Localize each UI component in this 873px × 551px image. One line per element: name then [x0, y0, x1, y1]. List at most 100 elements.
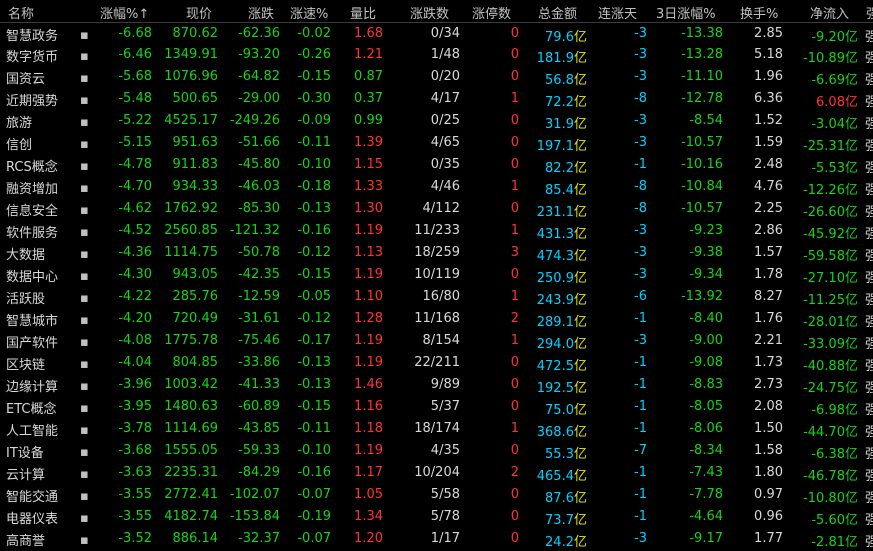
cell-amt: 79.6亿: [545, 30, 587, 45]
table-row[interactable]: 云计算 ▪ -3.63 2235.31 -84.29 -0.16 1.17 10/204 2 46…: [0, 462, 873, 484]
cell-days: -1: [634, 355, 647, 370]
cell-price: 2772.41: [164, 487, 218, 502]
table-row[interactable]: 高商誉 ▪ -3.52 886.14 -32.37 -0.07 1.20 1/17 0 24.2亿…: [0, 528, 873, 550]
table-row[interactable]: 近期强势 ▪ -5.48 500.65 -29.00 -0.30 0.37 4/17 1 72.2…: [0, 88, 873, 110]
cell-spd: -0.15: [297, 399, 331, 414]
cell-strength: 强: [865, 51, 873, 66]
table-row[interactable]: 智慧政务 ▪ -6.68 870.62 -62.36 -0.02 1.68 0/34 0 79.6…: [0, 22, 873, 45]
cell-vr: 1.68: [354, 26, 383, 41]
cell-days: -3: [634, 223, 647, 238]
cell-d3: -11.10: [681, 69, 723, 84]
table-row[interactable]: 国产软件 ▪ -4.08 1775.78 -75.46 -0.17 1.19 8/154 1 29…: [0, 330, 873, 352]
col-header-price[interactable]: 现价: [186, 3, 212, 22]
cell-days: -1: [634, 487, 647, 502]
table-row[interactable]: 智能交通 ▪ -3.55 2772.41 -102.07 -0.07 1.05 5/58 0 87…: [0, 484, 873, 506]
table-row[interactable]: IT设备 ▪ -3.68 1555.05 -59.33 -0.10 1.19 4/35 0 55.…: [0, 440, 873, 462]
cell-amt: 55.3亿: [545, 447, 587, 462]
cell-amt: 73.7亿: [545, 513, 587, 528]
cell-d3: -9.34: [689, 267, 723, 282]
table-row[interactable]: 信创 ▪ -5.15 951.63 -51.66 -0.11 1.39 4/65 0 197.1亿…: [0, 132, 873, 154]
cell-chg: -50.78: [238, 245, 280, 260]
table-row[interactable]: 软件服务 ▪ -4.52 2560.85 -121.32 -0.16 1.19 11/233 1…: [0, 220, 873, 242]
cell-strength: 强: [865, 117, 873, 132]
cell-pct: -3.63: [118, 465, 152, 480]
cell-flow: 6.08亿: [816, 95, 858, 110]
cell-price: 2560.85: [164, 223, 218, 238]
table-row[interactable]: 数据中心 ▪ -4.30 943.05 -42.35 -0.15 1.19 10/119 0 25…: [0, 264, 873, 286]
table-row[interactable]: 活跃股 ▪ -4.22 285.76 -12.59 -0.05 1.10 16/80 1 243.…: [0, 286, 873, 308]
table-row[interactable]: 融资增加 ▪ -4.70 934.33 -46.03 -0.18 1.33 4/46 1 85.4…: [0, 176, 873, 198]
col-header-strength[interactable]: 强: [866, 3, 873, 22]
col-header-turnover[interactable]: 换手%: [740, 3, 778, 22]
cell-vr: 1.17: [354, 465, 383, 480]
col-header-up-down[interactable]: 涨跌数: [410, 3, 449, 22]
cell-turn: 1.58: [754, 443, 783, 458]
table-row[interactable]: 国资云 ▪ -5.68 1076.96 -64.82 -0.15 0.87 0/20 0 56.8…: [0, 66, 873, 88]
col-header-pct[interactable]: 涨幅%↑: [100, 3, 149, 22]
col-header-limit-up[interactable]: 涨停数: [472, 3, 511, 22]
cell-d3: -10.84: [681, 179, 723, 194]
col-header-amount[interactable]: 总金额: [538, 3, 577, 22]
cell-spd: -0.16: [297, 223, 331, 238]
cell-spd: -0.05: [297, 289, 331, 304]
col-header-streak[interactable]: 连涨天: [598, 3, 637, 22]
sector-name: 信息安全: [6, 204, 59, 219]
cell-pct: -5.22: [118, 113, 152, 128]
cell-price: 4182.74: [164, 509, 218, 524]
cell-strength: 强: [865, 183, 873, 198]
cell-chg: -59.33: [238, 443, 280, 458]
table-row[interactable]: 电器仪表 ▪ -3.55 4182.74 -153.84 -0.19 1.34 5/78 0 73…: [0, 506, 873, 528]
col-header-change[interactable]: 涨跌: [248, 3, 274, 22]
table-row[interactable]: 边缘计算 ▪ -3.96 1003.42 -41.33 -0.13 1.46 9/89 0 192…: [0, 374, 873, 396]
cell-vr: 1.05: [354, 487, 383, 502]
cell-vr: 0.99: [354, 113, 383, 128]
cell-vr: 1.28: [354, 311, 383, 326]
unit-label: 亿: [844, 293, 858, 308]
cell-days: -1: [634, 157, 647, 172]
cell-turn: 2.25: [754, 201, 783, 216]
sector-name: 区块链: [6, 358, 46, 373]
cell-ud: 4/35: [430, 443, 460, 458]
cell-strength: 强: [865, 491, 873, 506]
bullet-icon: ▪: [80, 225, 89, 240]
cell-pct: -4.20: [118, 311, 152, 326]
col-header-speed[interactable]: 涨速%: [290, 3, 328, 22]
cell-ud: 1/48: [430, 47, 460, 62]
col-header-volume-ratio[interactable]: 量比: [350, 3, 376, 22]
cell-turn: 1.76: [754, 311, 783, 326]
bullet-icon: ▪: [80, 203, 89, 218]
unit-label: 亿: [573, 271, 587, 286]
cell-ud: 0/20: [430, 69, 460, 84]
cell-ud: 4/65: [430, 135, 460, 150]
sector-name: 高商誉: [6, 534, 46, 549]
cell-lim: 0: [510, 26, 519, 41]
table-row[interactable]: 信息安全 ▪ -4.62 1762.92 -85.30 -0.13 1.30 4/112 0 23…: [0, 198, 873, 220]
cell-spd: -0.13: [297, 355, 331, 370]
cell-strength: 强: [865, 139, 873, 154]
sort-arrow-icon: ↑: [138, 7, 150, 22]
unit-label: 亿: [573, 403, 587, 418]
table-row[interactable]: 旅游 ▪ -5.22 4525.17 -249.26 -0.09 0.99 0/25 0 31.9…: [0, 110, 873, 132]
table-row[interactable]: 人工智能 ▪ -3.78 1114.69 -43.85 -0.11 1.18 18/174 1 3…: [0, 418, 873, 440]
col-header-3day[interactable]: 3日涨幅%: [656, 3, 716, 22]
table-row[interactable]: 智慧城市 ▪ -4.20 720.49 -31.61 -0.12 1.28 11/168 2 28…: [0, 308, 873, 330]
cell-chg: -31.61: [238, 311, 280, 326]
cell-strength: 强: [865, 513, 873, 528]
sector-name: 智能交通: [6, 490, 59, 505]
cell-price: 886.14: [172, 531, 219, 546]
table-row[interactable]: 数字货币 ▪ -6.46 1349.91 -93.20 -0.26 1.21 1/48 0 181…: [0, 44, 873, 66]
cell-vr: 1.15: [354, 157, 383, 172]
table-row[interactable]: 区块链 ▪ -4.04 804.85 -33.86 -0.13 1.19 22/211 0 472…: [0, 352, 873, 374]
cell-days: -3: [634, 267, 647, 282]
cell-strength: 强: [865, 205, 873, 220]
cell-turn: 6.36: [754, 91, 783, 106]
table-row[interactable]: RCS概念 ▪ -4.78 911.83 -45.80 -0.10 1.15 0/35 0 82.…: [0, 154, 873, 176]
col-header-net-inflow[interactable]: 净流入: [810, 3, 849, 22]
cell-lim: 0: [510, 487, 519, 502]
unit-label: 亿: [573, 491, 587, 506]
table-row[interactable]: 大数据 ▪ -4.36 1114.75 -50.78 -0.12 1.13 18/259 3 47…: [0, 242, 873, 264]
cell-vr: 1.16: [354, 399, 383, 414]
cell-spd: -0.18: [297, 179, 331, 194]
table-row[interactable]: ETC概念 ▪ -3.95 1480.63 -60.89 -0.15 1.16 5/37 0 75…: [0, 396, 873, 418]
col-header-name[interactable]: 名称: [8, 3, 34, 22]
